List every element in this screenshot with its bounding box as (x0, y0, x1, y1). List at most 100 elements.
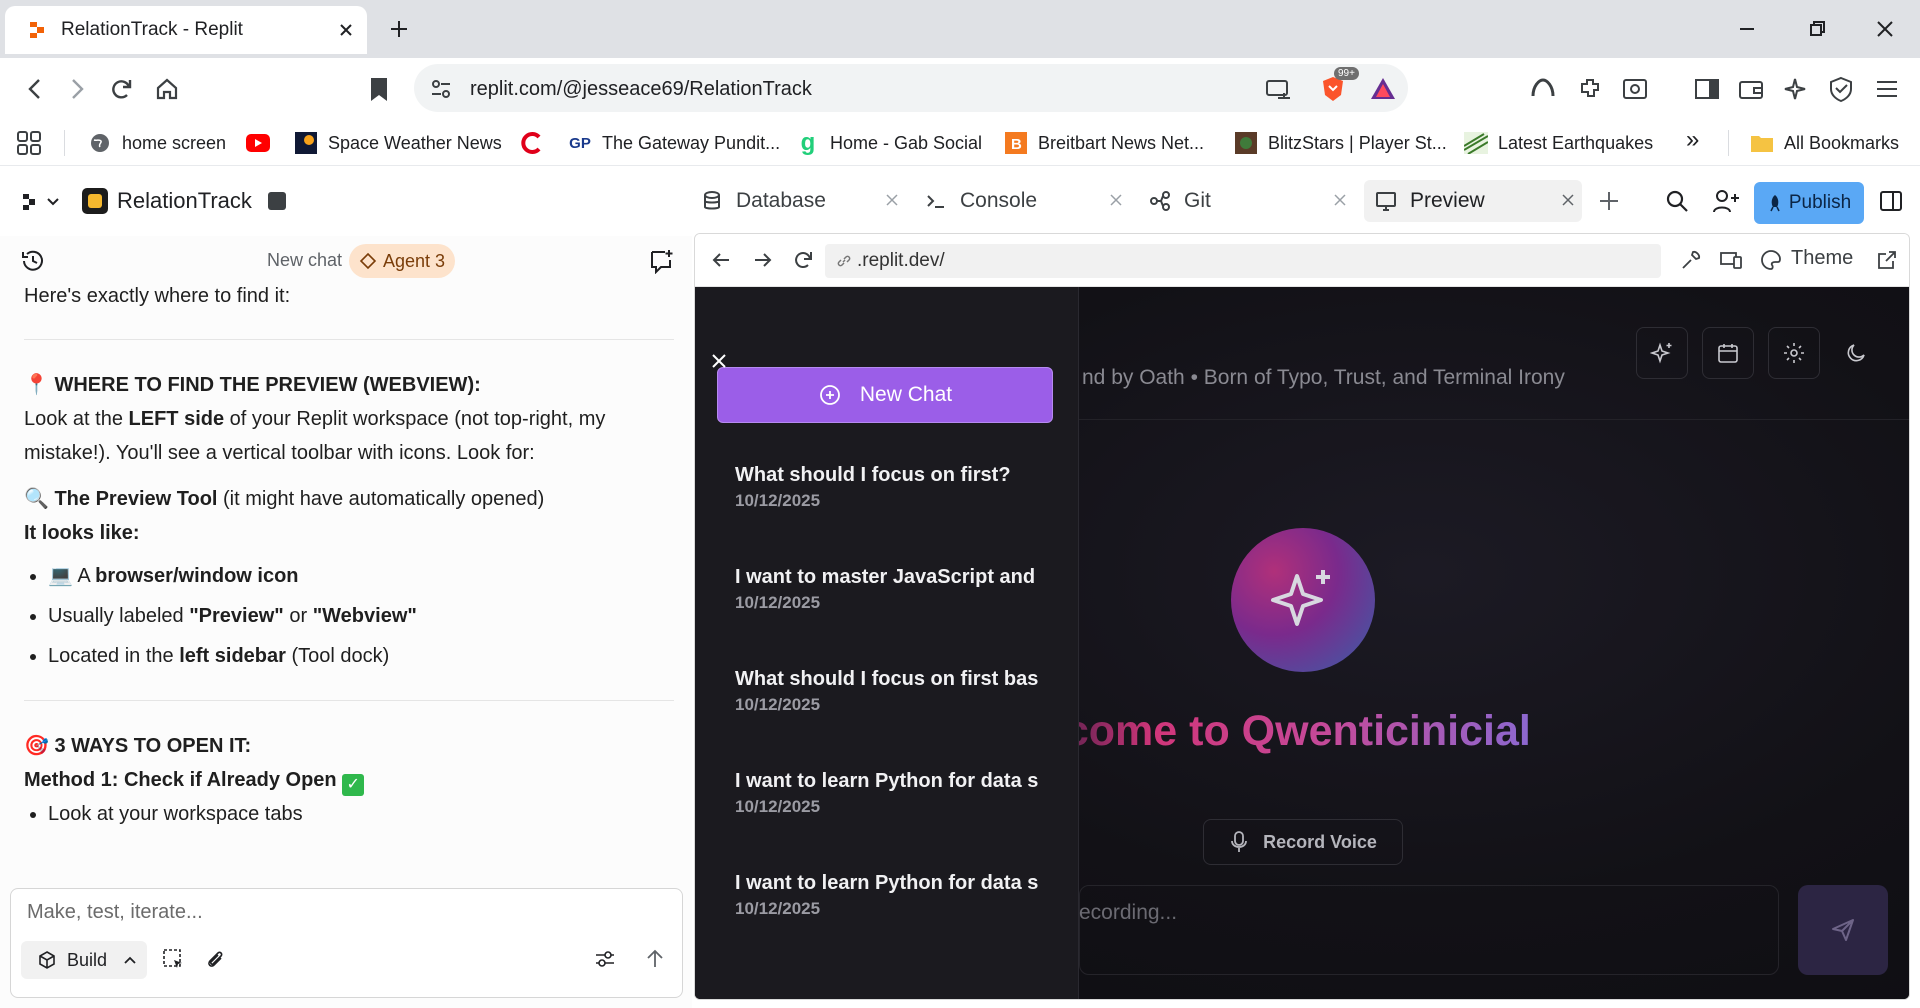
build-mode-button[interactable]: Build (21, 941, 147, 979)
sparkle-icon (1650, 341, 1674, 365)
replit-menu-icon[interactable] (22, 192, 62, 212)
all-bookmarks-label: All Bookmarks (1784, 132, 1900, 153)
publish-label: Publish (1788, 192, 1852, 213)
bookmark-earthquakes[interactable]: Latest Earthquakes (1464, 132, 1653, 154)
preview-tool-line: 🔍 The Preview Tool (it might have automa… (24, 488, 545, 510)
chat-history-item[interactable]: I want to master JavaScript and 10/12/20… (735, 566, 1065, 613)
cast-icon[interactable] (1264, 76, 1292, 102)
devtools-wrench-icon[interactable] (1679, 248, 1703, 272)
publish-button[interactable]: Publish (1754, 182, 1864, 224)
bookmark-youtube[interactable] (246, 132, 280, 154)
apps-grid-icon[interactable] (16, 130, 42, 156)
theme-button[interactable]: Theme (1791, 247, 1853, 270)
tab-database[interactable]: Database (700, 180, 906, 222)
close-tab-icon[interactable] (1560, 192, 1576, 208)
paperclip-icon[interactable] (203, 947, 227, 971)
home-icon[interactable] (152, 74, 182, 104)
bookmark-gateway-pundit[interactable]: GP The Gateway Pundit... (568, 132, 780, 154)
tab-console[interactable]: Console (924, 180, 1130, 222)
stop-icon[interactable] (268, 192, 286, 210)
settings-button[interactable] (1768, 327, 1820, 379)
wallet-icon[interactable] (1736, 74, 1766, 104)
computer-icon: 💻 (48, 565, 73, 587)
chat-history-item[interactable]: I want to learn Python for data s 10/12/… (735, 872, 1065, 919)
shield-icon[interactable] (1826, 74, 1856, 104)
palette-icon[interactable] (1759, 248, 1783, 272)
history-icon[interactable] (20, 248, 46, 274)
extensions-icon[interactable] (1576, 74, 1606, 104)
preview-back-icon[interactable] (709, 248, 733, 272)
dark-mode-moon-icon[interactable] (1844, 341, 1868, 365)
preview-forward-icon[interactable] (751, 248, 775, 272)
all-bookmarks-button[interactable]: All Bookmarks (1750, 132, 1899, 154)
message-input[interactable] (1079, 885, 1779, 975)
agent-badge[interactable]: Agent 3 (349, 244, 456, 278)
leo-ai-icon[interactable] (1782, 74, 1812, 104)
message-intro: Here's exactly where to find it: (24, 285, 291, 307)
bookmark-home-screen[interactable]: home screen (88, 132, 226, 154)
send-button[interactable] (1798, 885, 1888, 975)
search-icon[interactable] (1664, 188, 1690, 214)
close-tab-icon[interactable] (1108, 192, 1124, 208)
send-arrow-up-icon[interactable] (643, 947, 667, 971)
vpn-icon[interactable] (1528, 74, 1558, 104)
devices-icon[interactable] (1719, 248, 1743, 272)
brave-rewards-icon[interactable] (1368, 74, 1398, 104)
new-chat-icon[interactable] (648, 248, 674, 274)
bookmark-icon[interactable] (366, 74, 392, 104)
preview-reload-icon[interactable] (791, 248, 815, 272)
new-chat-label: New chat (267, 250, 343, 270)
chat-history-item[interactable]: What should I focus on first? 10/12/2025 (735, 464, 1065, 511)
back-icon[interactable] (20, 74, 50, 104)
preview-url: .replit.dev/ (857, 250, 945, 271)
bookmark-gab[interactable]: g Home - Gab Social (796, 129, 982, 156)
close-window-icon[interactable] (1870, 14, 1900, 44)
layout-toggle-icon[interactable] (1878, 188, 1904, 214)
replit-favicon-icon (29, 21, 45, 39)
reader-mode-icon[interactable] (1620, 74, 1650, 104)
record-voice-button[interactable]: Record Voice (1203, 819, 1403, 865)
close-tab-icon[interactable] (884, 192, 900, 208)
menu-icon[interactable] (1872, 74, 1902, 104)
minimize-icon[interactable] (1732, 14, 1762, 44)
more-bookmarks-button[interactable]: » (1686, 126, 1699, 154)
close-tab-icon[interactable] (1332, 192, 1348, 208)
bookmark-c-logo[interactable] (520, 132, 554, 154)
preview-url-bar[interactable]: .replit.dev/ (825, 244, 1661, 278)
chat-history-item[interactable]: What should I focus on first bas 10/12/2… (735, 668, 1065, 715)
site-settings-icon[interactable] (428, 76, 454, 102)
project-name[interactable]: RelationTrack (117, 188, 252, 214)
close-tab-icon[interactable] (339, 23, 353, 37)
restore-icon[interactable] (1802, 14, 1832, 44)
new-tab-icon[interactable] (384, 14, 414, 44)
open-external-icon[interactable] (1875, 248, 1899, 272)
reload-icon[interactable] (106, 74, 136, 104)
address-url: replit.com/@jesseace69/RelationTrack (470, 78, 812, 100)
bookmark-space-weather[interactable]: Space Weather News (294, 132, 502, 154)
select-element-icon[interactable] (161, 947, 185, 971)
bookmark-breitbart[interactable]: B Breitbart News Net... (1004, 132, 1204, 154)
tab-label: Preview (1410, 189, 1485, 212)
sparkle-button[interactable] (1636, 327, 1688, 379)
list-item: Usually labeled "Preview" or "Webview" (48, 596, 674, 636)
chat-input[interactable]: Make, test, iterate... (27, 901, 203, 924)
bookmark-blitzstars[interactable]: BlitzStars | Player St... (1234, 132, 1447, 154)
target-icon: 🎯 (24, 735, 49, 757)
bookmark-label: home screen (122, 132, 227, 153)
new-chat-button[interactable]: New Chat (717, 367, 1053, 423)
tab-git[interactable]: Git (1148, 180, 1354, 222)
browser-tab[interactable]: RelationTrack - Replit (5, 6, 367, 54)
calendar-button[interactable] (1702, 327, 1754, 379)
invite-user-icon[interactable] (1712, 188, 1740, 214)
forward-icon[interactable] (62, 74, 92, 104)
close-icon[interactable] (711, 353, 727, 369)
tab-preview[interactable]: Preview (1364, 180, 1582, 222)
earthquake-icon (1464, 132, 1488, 154)
chat-history-item[interactable]: I want to learn Python for data s 10/12/… (735, 770, 1065, 817)
sidebar-toggle-icon[interactable] (1692, 74, 1722, 104)
address-bar[interactable]: replit.com/@jesseace69/RelationTrack 99+ (414, 64, 1408, 112)
gab-icon: g (800, 129, 816, 156)
project-avatar-icon (82, 188, 108, 214)
settings-sliders-icon[interactable] (593, 947, 617, 971)
add-tab-icon[interactable] (1596, 188, 1622, 214)
